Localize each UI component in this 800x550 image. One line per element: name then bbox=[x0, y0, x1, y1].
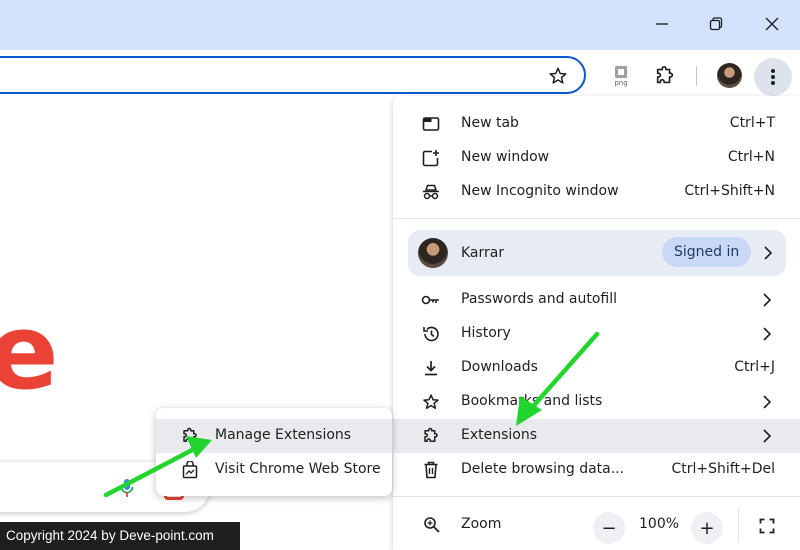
menu-item-shortcut: Ctrl+Shift+Del bbox=[671, 461, 775, 477]
extensions-button[interactable] bbox=[652, 63, 678, 89]
menu-item-label: History bbox=[461, 325, 511, 341]
copyright-watermark: Copyright 2024 by Deve-point.com bbox=[0, 522, 240, 550]
puzzle-icon bbox=[421, 426, 441, 446]
restore-icon bbox=[709, 17, 723, 31]
zoom-level: 100% bbox=[639, 516, 680, 532]
menu-item-shortcut: Ctrl+Shift+N bbox=[684, 183, 775, 199]
submenu-item-visit-chrome-web-store[interactable]: Visit Chrome Web Store bbox=[156, 453, 392, 487]
chrome-main-menu: New tab Ctrl+T New window Ctrl+N New Inc… bbox=[393, 96, 800, 550]
profile-name: Karrar bbox=[461, 245, 505, 261]
svg-text:png: png bbox=[614, 79, 627, 87]
incognito-icon bbox=[421, 182, 441, 202]
browser-toolbar: png bbox=[0, 50, 800, 102]
menu-item-label: Extensions bbox=[461, 427, 538, 443]
zoom-label: Zoom bbox=[461, 516, 502, 532]
menu-item-extensions[interactable]: Extensions bbox=[393, 419, 800, 453]
puzzle-icon bbox=[656, 66, 674, 84]
chevron-right-icon bbox=[763, 395, 772, 409]
address-bar[interactable] bbox=[0, 56, 586, 94]
avatar bbox=[418, 238, 448, 268]
profile-row[interactable]: Karrar Signed in bbox=[408, 230, 786, 276]
chevron-right-icon bbox=[763, 327, 772, 341]
chevron-right-icon bbox=[763, 429, 772, 443]
menu-item-history[interactable]: History bbox=[393, 317, 800, 351]
close-icon bbox=[765, 17, 779, 31]
menu-item-passwords-and-autofill[interactable]: Passwords and autofill bbox=[393, 283, 800, 317]
menu-item-new-incognito-window[interactable]: New Incognito window Ctrl+Shift+N bbox=[393, 175, 800, 209]
menu-divider bbox=[393, 496, 800, 497]
zoom-out-button[interactable]: − bbox=[593, 512, 625, 544]
new-window-icon bbox=[421, 148, 441, 168]
menu-item-new-window[interactable]: New window Ctrl+N bbox=[393, 141, 800, 175]
menu-item-shortcut: Ctrl+J bbox=[734, 359, 775, 375]
submenu-item-label: Visit Chrome Web Store bbox=[215, 461, 381, 477]
star-icon bbox=[421, 392, 441, 412]
menu-item-new-tab[interactable]: New tab Ctrl+T bbox=[393, 107, 800, 141]
fullscreen-button[interactable] bbox=[753, 512, 781, 540]
zoom-in-button[interactable]: + bbox=[691, 512, 723, 544]
google-logo-partial: e bbox=[0, 291, 59, 413]
minimize-icon bbox=[656, 23, 668, 25]
menu-item-bookmarks-and-lists[interactable]: Bookmarks and lists bbox=[393, 385, 800, 419]
menu-item-label: New Incognito window bbox=[461, 183, 619, 199]
title-bar bbox=[0, 0, 800, 50]
profile-avatar-button[interactable] bbox=[717, 63, 742, 88]
zoom-separator bbox=[738, 508, 739, 542]
new-tab-icon bbox=[421, 114, 441, 134]
puzzle-icon bbox=[180, 426, 200, 446]
submenu-item-label: Manage Extensions bbox=[215, 427, 352, 443]
png-extension-icon: png bbox=[614, 66, 628, 87]
minimize-button[interactable] bbox=[644, 8, 680, 40]
menu-item-delete-browsing-data[interactable]: Delete browsing data... Ctrl+Shift+Del bbox=[393, 453, 800, 487]
menu-item-shortcut: Ctrl+N bbox=[727, 149, 775, 165]
voice-search-button[interactable] bbox=[120, 478, 134, 502]
key-icon bbox=[421, 290, 441, 310]
menu-item-shortcut: Ctrl+T bbox=[729, 115, 775, 131]
submenu-item-manage-extensions[interactable]: Manage Extensions bbox=[156, 419, 392, 453]
menu-item-label: Delete browsing data... bbox=[461, 461, 625, 477]
menu-item-label: Passwords and autofill bbox=[461, 291, 618, 307]
zoom-icon bbox=[423, 516, 441, 538]
menu-divider bbox=[393, 218, 800, 219]
menu-item-label: Bookmarks and lists bbox=[461, 393, 603, 409]
star-icon bbox=[549, 67, 567, 84]
png-extension-button[interactable]: png bbox=[608, 63, 634, 89]
microphone-icon bbox=[120, 479, 134, 497]
menu-item-label: New tab bbox=[461, 115, 519, 131]
fullscreen-icon bbox=[759, 518, 775, 534]
chevron-right-icon bbox=[764, 246, 773, 260]
history-icon bbox=[421, 324, 441, 344]
web-store-icon bbox=[180, 460, 200, 480]
bookmark-star-button[interactable] bbox=[546, 64, 570, 88]
chrome-menu-button[interactable] bbox=[754, 58, 792, 96]
trash-icon bbox=[421, 460, 441, 480]
menu-item-downloads[interactable]: Downloads Ctrl+J bbox=[393, 351, 800, 385]
close-window-button[interactable] bbox=[754, 8, 790, 40]
signed-in-badge: Signed in bbox=[662, 237, 752, 267]
menu-item-label: Downloads bbox=[461, 359, 538, 375]
zoom-row: Zoom − 100% + bbox=[393, 500, 800, 550]
chevron-right-icon bbox=[763, 293, 772, 307]
restore-button[interactable] bbox=[698, 8, 734, 40]
download-icon bbox=[421, 358, 441, 378]
extensions-submenu: Manage Extensions Visit Chrome Web Store bbox=[156, 408, 392, 496]
vertical-dots-icon bbox=[771, 69, 775, 85]
toolbar-separator bbox=[696, 66, 697, 86]
menu-item-label: New window bbox=[461, 149, 550, 165]
